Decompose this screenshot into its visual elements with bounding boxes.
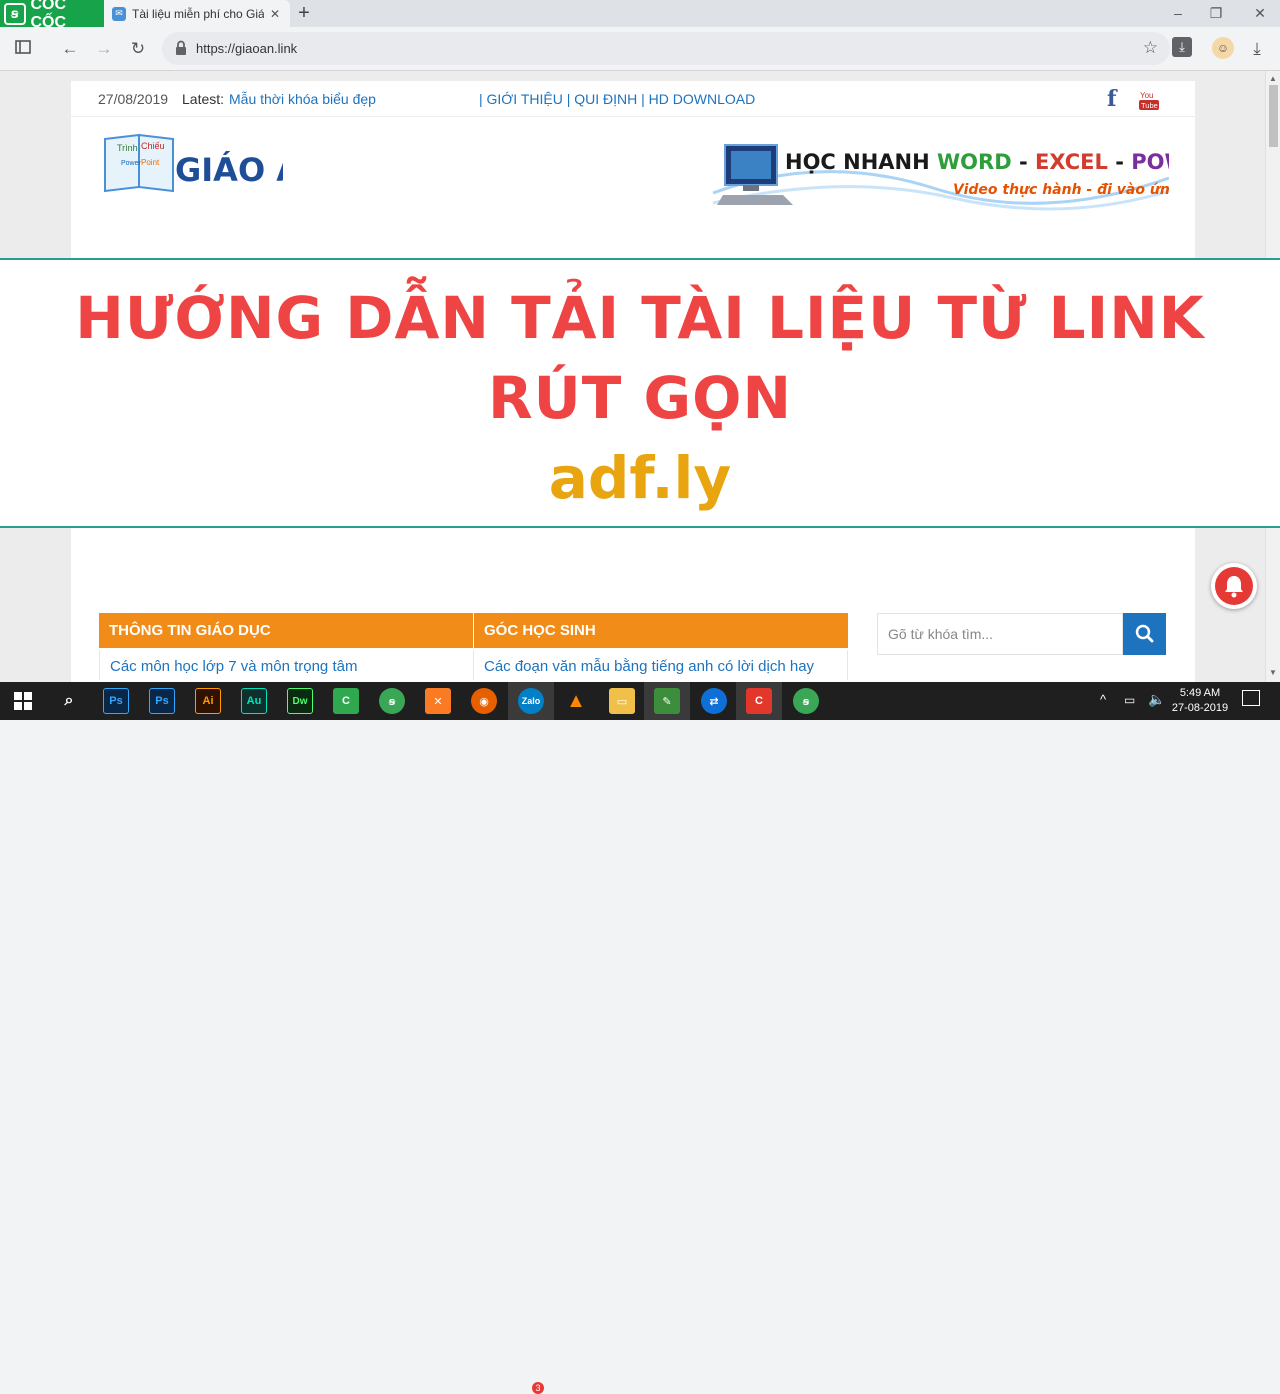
scroll-thumb[interactable] [1269,85,1278,147]
lock-icon [176,40,186,55]
youtube-icon[interactable]: You Tube [1138,89,1160,111]
camtasia-recorder-icon[interactable]: C [746,688,772,714]
facebook-icon[interactable]: f [1107,86,1116,112]
svg-text:Video thực hành - đi vào ứng d: Video thực hành - đi vào ứng dụng [953,182,1169,198]
tab-title: Tài liệu miễn phí cho Giáo [132,6,264,21]
latest-news-link[interactable]: Mẫu thời khóa biểu đẹp [229,91,376,107]
firefox-icon[interactable]: ◉ [471,688,497,714]
scroll-up-icon[interactable]: ▲ [1269,74,1277,83]
search-icon [1135,624,1154,643]
new-tab-button[interactable]: + [294,2,314,24]
svg-text:Point: Point [141,158,160,167]
promo-banner[interactable]: HỌC NHANH WORD - EXCEL - POWERPOINT Vide… [703,133,1169,223]
dreamweaver-icon[interactable]: Dw [287,688,313,714]
notepad-icon[interactable]: ✎ [654,688,680,714]
browser-tab[interactable]: ✉ Tài liệu miễn phí cho Giáo ✕ [104,0,290,27]
category-item-link[interactable]: Các môn học lớp 7 và môn trọng tâm [99,650,474,680]
illustrator-icon[interactable]: Ai [195,688,221,714]
back-icon[interactable]: ← [59,38,81,60]
category-heading-students[interactable]: GÓC HỌC SINH [474,613,848,648]
svg-text:Tube: Tube [1141,101,1158,110]
reload-icon[interactable]: ↻ [127,38,149,60]
current-date: 27/08/2019 [98,91,169,107]
svg-text:HỌC NHANH WORD - EXCEL - POWER: HỌC NHANH WORD - EXCEL - POWERPOINT [785,150,1169,174]
svg-text:GIÁO ÁN: GIÁO ÁN [175,151,283,189]
downloads-icon[interactable]: ⤓ [1246,38,1268,60]
photoshop-icon[interactable]: Ps [103,688,129,714]
coccoc-logo-icon: ꞩ [4,2,26,25]
battery-icon[interactable]: ▭ [1124,693,1135,707]
close-window-button[interactable]: ✕ [1250,3,1270,23]
top-nav-links[interactable]: | GIỚI THIỆU | QUI ĐỊNH | HD DOWNLOAD [479,91,755,107]
category-heading-education[interactable]: THÔNG TIN GIÁO DỤC [99,613,473,648]
taskbar-search-icon[interactable]: ⌕ [56,688,82,714]
site-logo[interactable]: Trình Chiếu Power Point GIÁO ÁN [103,133,283,195]
coccoc-browser-icon[interactable]: ꞩ [793,688,819,714]
tab-favicon-icon: ✉ [112,6,126,21]
volume-icon[interactable]: 🔈 [1148,691,1165,708]
audition-icon[interactable]: Au [241,688,267,714]
sidebar-toggle-icon[interactable] [12,38,34,60]
show-hidden-icons-chevron-icon[interactable]: ^ [1100,692,1106,707]
forward-icon[interactable]: → [93,38,115,60]
profile-avatar[interactable]: ☺ [1212,37,1234,59]
browser-toolbar: ← → ↻ https://giaoan.link ☆ ⤓ ☺ ⤓ [0,27,1280,71]
vlc-icon[interactable]: ▲ [563,688,589,714]
zalo-badge: 3 [532,1382,544,1394]
scroll-down-icon[interactable]: ▼ [1269,668,1277,677]
teamviewer-icon[interactable]: ⇄ [701,688,727,714]
bookmark-star-icon[interactable]: ☆ [1143,38,1158,58]
windows-taskbar: ⌕ Ps Ps Ai Au Dw C ꞩ ✕ ◉ Zalo 3 ▲ ▭ ✎ ⇄ … [0,682,1280,1394]
clock-time: 5:49 AM [1179,687,1221,699]
maximize-button[interactable]: ❐ [1206,3,1226,23]
svg-text:You: You [1140,91,1154,100]
site-top-bar: 27/08/2019 Latest: Mẫu thời khóa biểu đẹ… [71,81,1195,117]
address-bar[interactable]: https://giaoan.link ☆ [162,32,1170,65]
system-clock[interactable]: 5:49 AM 27-08-2019 [1168,686,1232,716]
video-title-overlay: HƯỚNG DẪN TẢI TÀI LIỆU TỪ LINK RÚT GỌN a… [0,258,1280,528]
content-section: THÔNG TIN GIÁO DỤC GÓC HỌC SINH Các môn … [71,565,1195,685]
minimize-button[interactable]: – [1168,3,1188,23]
close-tab-icon[interactable]: ✕ [270,7,280,21]
clock-date: 27-08-2019 [1171,702,1229,714]
svg-text:Power: Power [121,160,142,167]
action-center-icon[interactable] [1242,690,1260,706]
coccoc-brand-button[interactable]: ꞩ CỐC CỐC [0,0,104,31]
overlay-headline-line1: HƯỚNG DẪN TẢI TÀI LIỆU TỪ LINK [75,284,1205,352]
download-manager-icon[interactable]: ⤓ [1172,37,1192,57]
zalo-icon[interactable]: Zalo [518,688,544,714]
search-button[interactable] [1123,613,1166,655]
windows-start-icon[interactable] [10,688,36,714]
category-item-link[interactable]: Các đoạn văn mẫu bằng tiếng anh có lời d… [473,650,848,680]
camtasia-icon[interactable]: C [333,688,359,714]
photoshop-icon[interactable]: Ps [149,688,175,714]
search-input[interactable]: Gõ từ khóa tìm... [877,613,1123,655]
xampp-icon[interactable]: ✕ [425,688,451,714]
svg-text:Chiếu: Chiếu [141,141,165,151]
svg-text:Trình: Trình [117,143,138,153]
overlay-headline-line2: RÚT GỌN [488,364,792,432]
bell-icon [1225,576,1243,598]
file-explorer-icon[interactable]: ▭ [609,688,635,714]
tab-strip: ꞩ CỐC CỐC ✉ Tài liệu miễn phí cho Giáo ✕… [0,0,1280,31]
url-text: https://giaoan.link [196,41,298,56]
latest-label: Latest: [182,91,225,107]
overlay-subtitle: adf.ly [548,444,732,512]
coccoc-browser-icon[interactable]: ꞩ [379,688,405,714]
notification-bell-button[interactable] [1211,563,1257,609]
